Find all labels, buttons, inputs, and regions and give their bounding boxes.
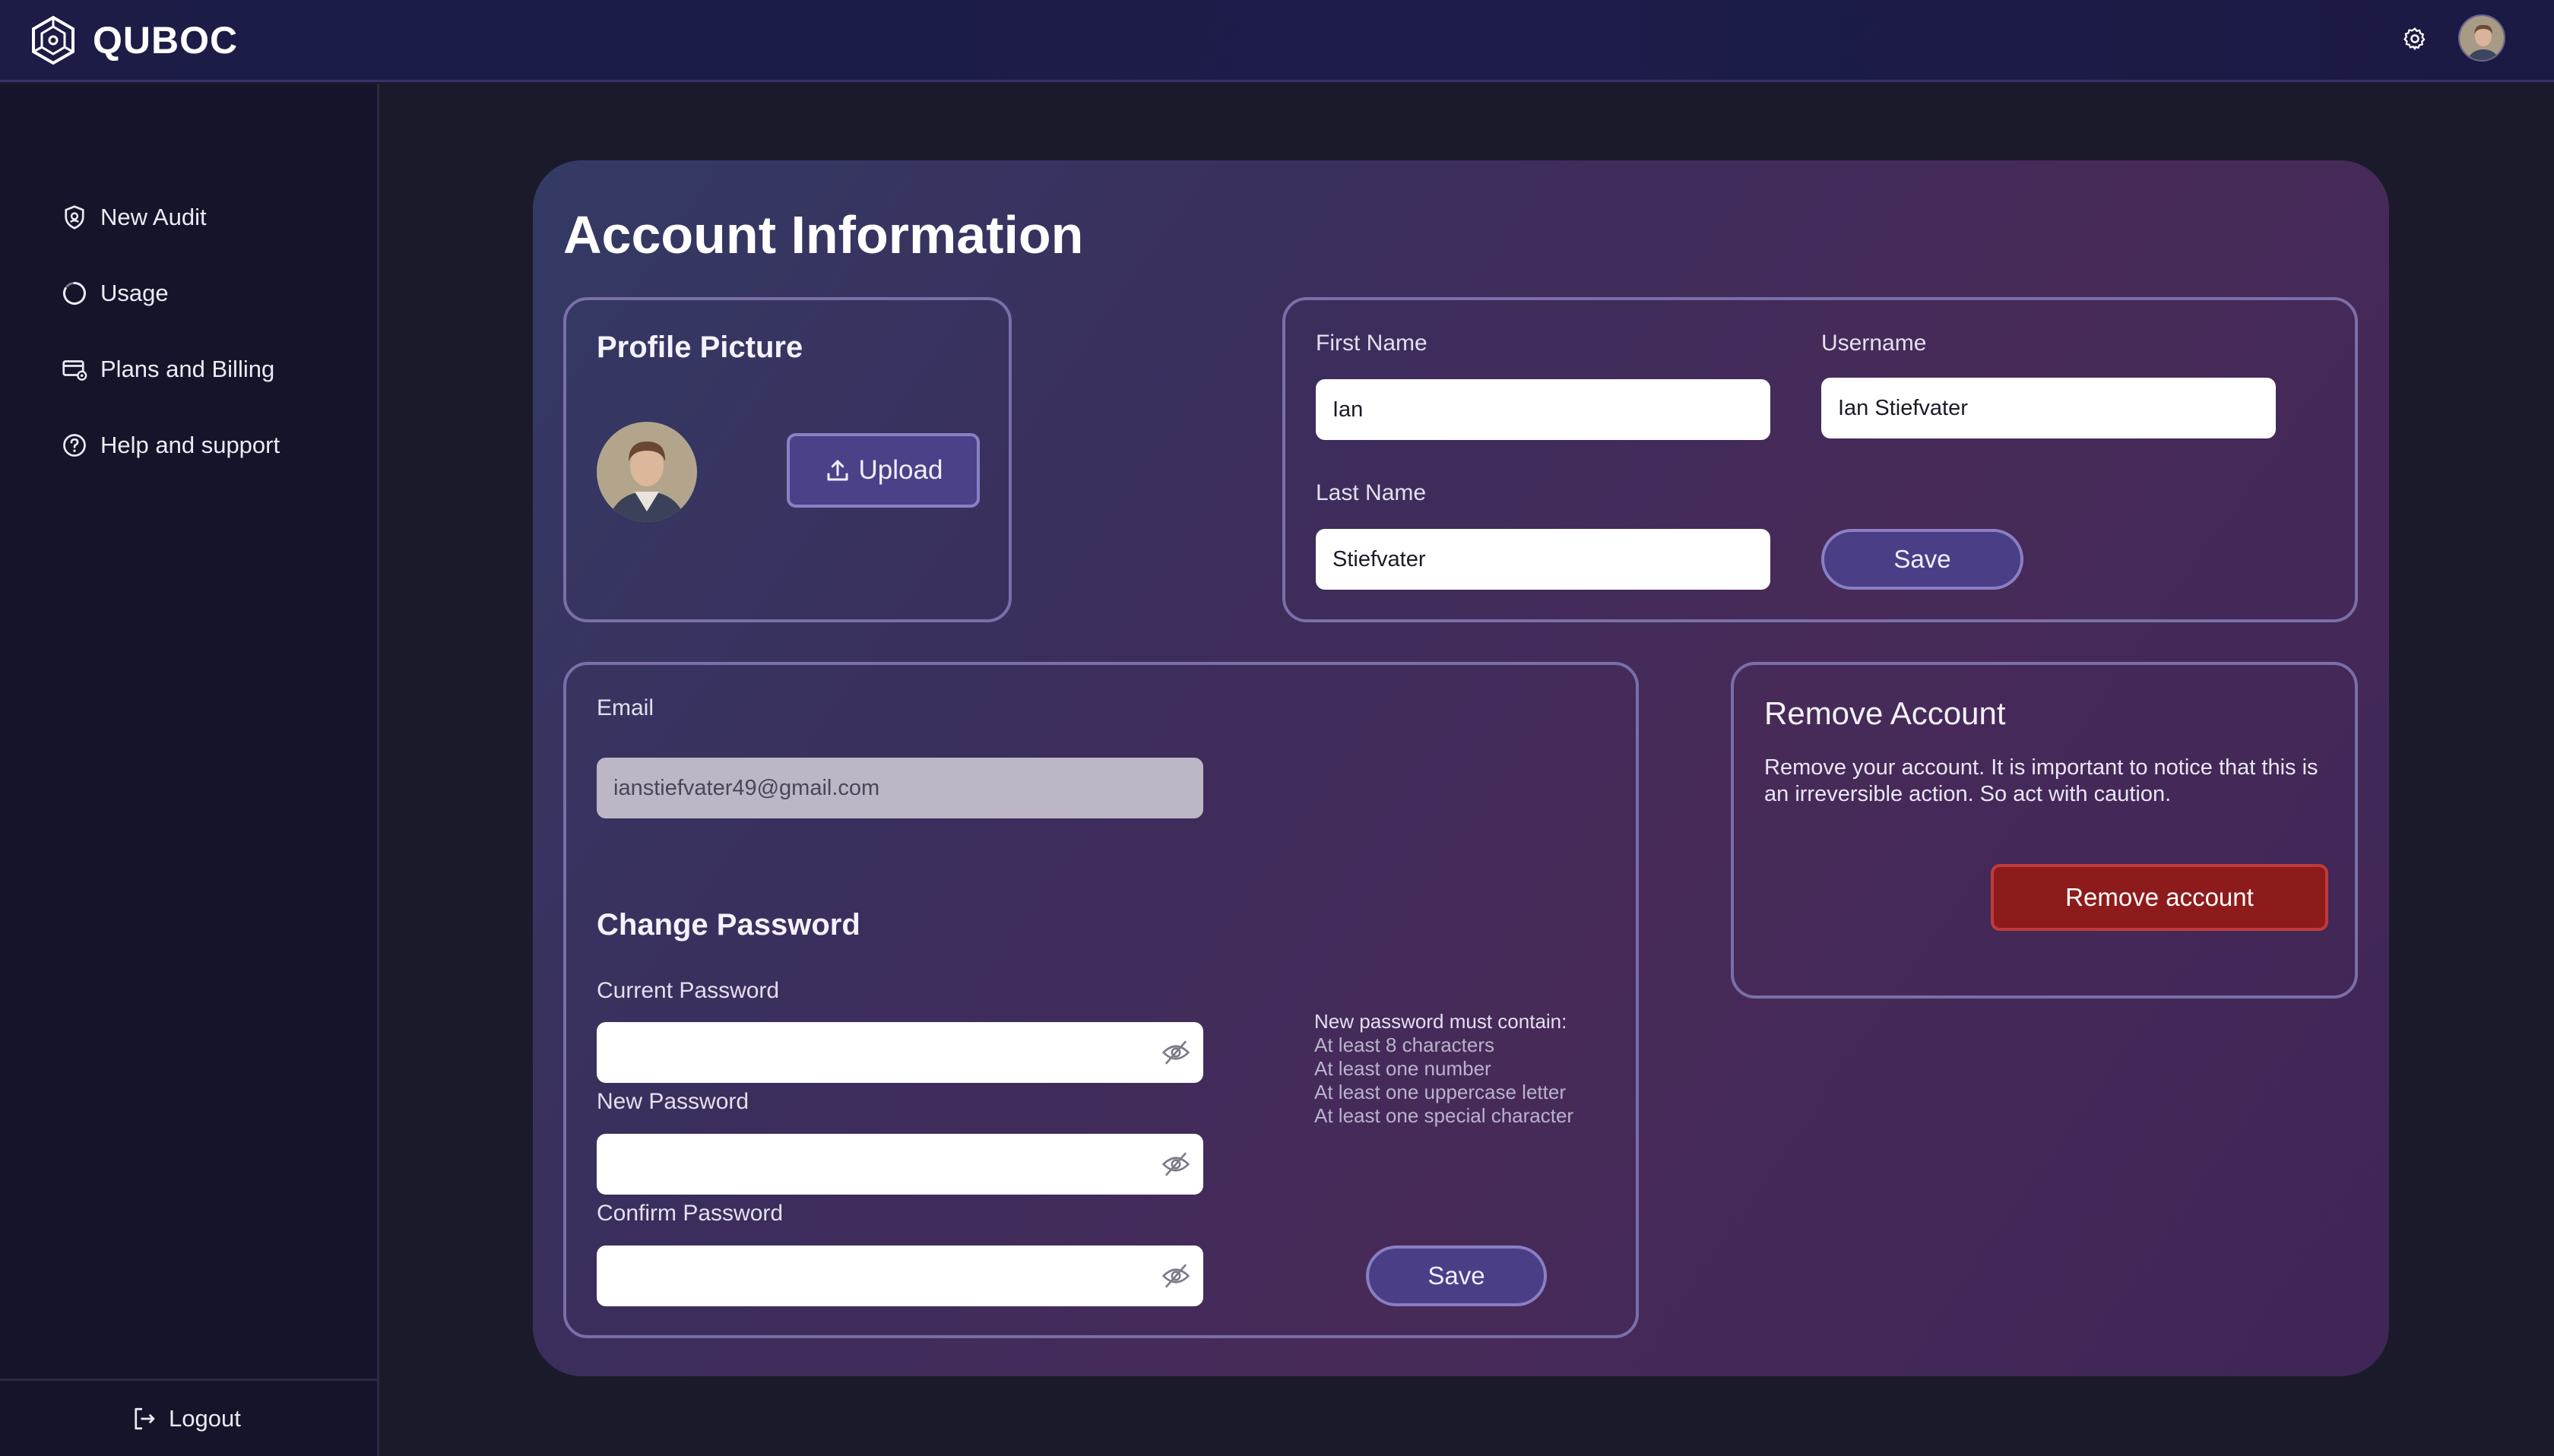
sidebar-item-help-and-support[interactable]: Help and support (61, 423, 280, 468)
first-name-value: Ian (1332, 397, 1364, 422)
save-password-button[interactable]: Save (1366, 1246, 1547, 1306)
logout-label: Logout (169, 1405, 241, 1432)
last-name-field[interactable]: Stiefvater (1316, 529, 1770, 590)
sidebar-item-usage[interactable]: Usage (61, 271, 169, 316)
user-avatar-image (2460, 16, 2504, 60)
password-rules-heading: New password must contain: (1314, 1010, 1567, 1033)
email-field: ianstiefvater49@gmail.com (597, 758, 1203, 818)
username-label: Username (1821, 331, 1927, 356)
eye-off-icon[interactable] (1161, 1262, 1191, 1290)
sidebar: New Audit Usage Plans and Billing Help a… (0, 84, 379, 1456)
upload-label: Upload (858, 455, 943, 485)
sidebar-item-label: Usage (100, 280, 169, 306)
sidebar-footer: Logout (0, 1378, 377, 1456)
upload-button[interactable]: Upload (787, 433, 980, 508)
sidebar-item-new-audit[interactable]: New Audit (61, 195, 207, 240)
remove-account-description: Remove your account. It is important to … (1764, 755, 2318, 806)
account-information-card: Account Information Profile Picture Uplo… (533, 160, 2389, 1376)
username-value: Ian Stiefvater (1838, 395, 1968, 420)
page-title: Account Information (563, 205, 1084, 264)
gear-icon[interactable] (2402, 26, 2428, 52)
help-circle-icon (63, 434, 86, 457)
new-password-label: New Password (597, 1089, 749, 1114)
logout-button[interactable]: Logout (131, 1397, 241, 1440)
upload-icon (827, 460, 848, 481)
name-panel: First Name Ian Username Ian Stiefvater L… (1282, 297, 2358, 622)
password-rule: At least one number (1314, 1057, 1491, 1080)
sidebar-item-label: New Audit (100, 204, 207, 230)
billing-card-icon (62, 360, 87, 381)
eye-off-icon[interactable] (1161, 1039, 1191, 1066)
confirm-password-field[interactable] (597, 1246, 1203, 1306)
quboc-logo-icon (32, 15, 74, 65)
sidebar-item-label: Plans and Billing (100, 356, 275, 382)
sidebar-item-plans-and-billing[interactable]: Plans and Billing (61, 347, 274, 392)
circle-progress-icon (63, 282, 86, 305)
save-name-button[interactable]: Save (1821, 529, 2023, 590)
remove-account-title: Remove Account (1764, 695, 2006, 731)
remove-account-button[interactable]: Remove account (1991, 864, 2328, 931)
logout-icon (135, 1407, 155, 1430)
email-password-panel: Email ianstiefvater49@gmail.com Change P… (563, 662, 1639, 1338)
last-name-label: Last Name (1316, 480, 1427, 505)
profile-picture-panel: Profile Picture Upload (563, 297, 1012, 622)
user-avatar[interactable] (2458, 14, 2505, 62)
shield-icon (65, 205, 84, 229)
profile-avatar (597, 422, 697, 522)
email-value: ianstiefvater49@gmail.com (613, 775, 880, 800)
eye-off-icon[interactable] (1161, 1151, 1191, 1178)
last-name-value: Stiefvater (1332, 546, 1426, 571)
first-name-field[interactable]: Ian (1316, 379, 1770, 440)
brand[interactable]: QUBOC (27, 8, 238, 73)
password-rule: At least one uppercase letter (1314, 1081, 1566, 1103)
sidebar-item-label: Help and support (100, 432, 280, 458)
profile-picture-title: Profile Picture (597, 331, 803, 364)
current-password-label: Current Password (597, 978, 780, 1003)
change-password-title: Change Password (597, 908, 860, 942)
password-requirements: New password must contain: At least 8 ch… (1314, 1010, 1573, 1128)
first-name-label: First Name (1316, 331, 1428, 356)
email-label: Email (597, 695, 654, 720)
top-bar: QUBOC (0, 0, 2554, 82)
profile-avatar-image (597, 422, 697, 522)
username-field[interactable]: Ian Stiefvater (1821, 378, 2276, 438)
remove-account-panel: Remove Account Remove your account. It i… (1731, 662, 2358, 999)
password-rule: At least 8 characters (1314, 1033, 1494, 1056)
brand-name: QUBOC (93, 19, 239, 62)
confirm-password-label: Confirm Password (597, 1201, 784, 1226)
password-rule: At least one special character (1314, 1104, 1574, 1127)
current-password-field[interactable] (597, 1022, 1203, 1083)
new-password-field[interactable] (597, 1134, 1203, 1195)
